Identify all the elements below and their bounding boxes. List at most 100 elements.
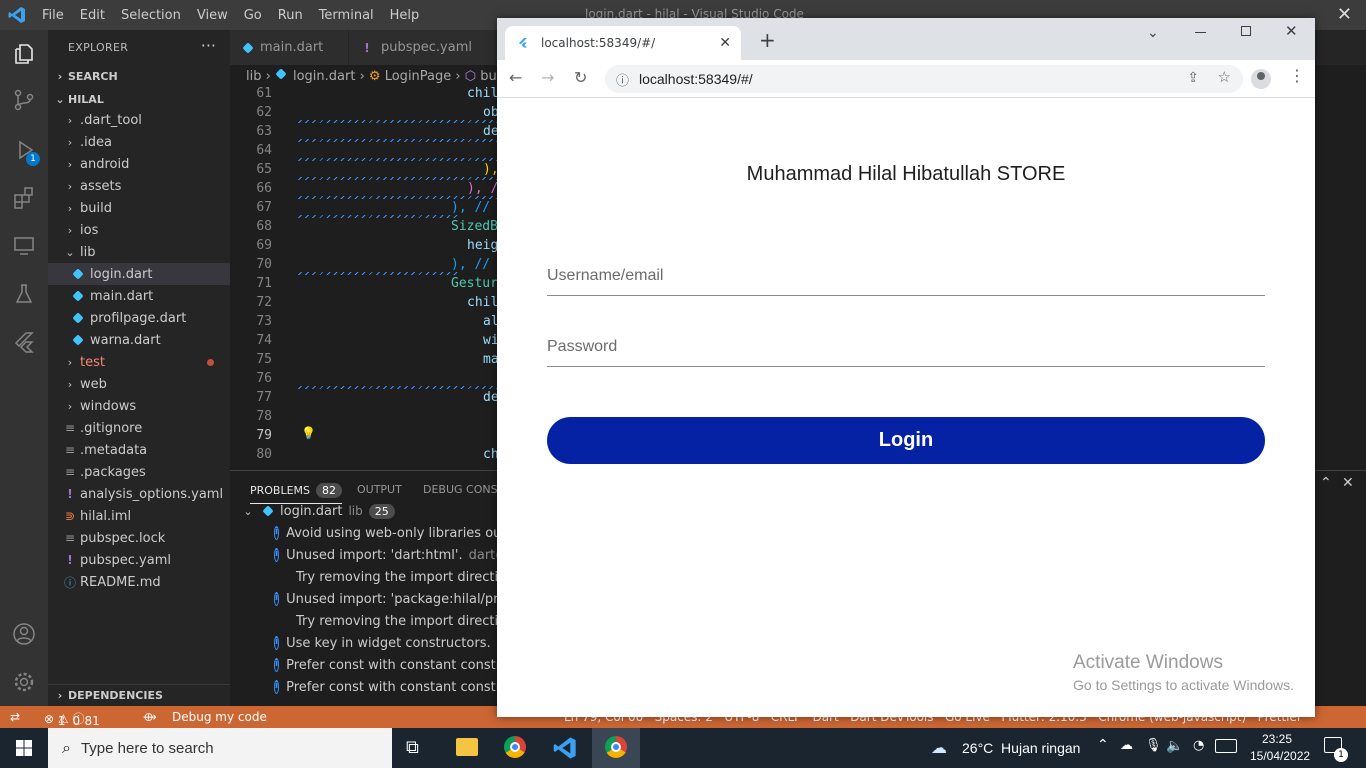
menu-file[interactable]: File xyxy=(34,8,72,23)
tab-close-icon[interactable]: ✕ xyxy=(719,35,731,51)
volume-icon[interactable]: 🔈 xyxy=(1166,738,1183,754)
vscode-close-icon[interactable]: ✕ xyxy=(1337,4,1352,25)
remote-icon[interactable]: ⇄ xyxy=(10,710,20,724)
dependencies-section[interactable]: › DEPENDENCIES xyxy=(48,684,230,706)
tree-file-profilpage-dart[interactable]: profilpage.dart xyxy=(48,307,230,329)
tab-debug-console[interactable]: DEBUG CONSC xyxy=(423,483,505,496)
explorer-icon[interactable] xyxy=(12,42,36,66)
maximize-icon[interactable] xyxy=(1241,26,1251,36)
panel-maximize-icon[interactable]: ⌃ xyxy=(1320,475,1332,491)
breadcrumb-class[interactable]: LoginPage xyxy=(385,69,452,84)
menu-go[interactable]: Go xyxy=(236,8,270,23)
tab-search-chevron-icon[interactable]: ⌄ xyxy=(1147,25,1159,41)
tab-pubspec-yaml[interactable]: ! pubspec.yaml xyxy=(349,30,497,65)
browser-tab[interactable]: localhost:58349/#/ ✕ xyxy=(505,26,741,60)
tree-folder-ios[interactable]: › ios xyxy=(48,219,230,241)
lightbulb-icon[interactable]: 💡 xyxy=(301,426,316,440)
project-section[interactable]: ⌄ HILAL xyxy=(48,88,230,110)
problem-row[interactable]: iUse key in widget constructors.dar xyxy=(230,632,500,654)
wifi-icon[interactable]: ◔ xyxy=(1193,738,1204,753)
reload-icon[interactable]: ↻ xyxy=(574,68,587,87)
window-close-icon[interactable]: ✕ xyxy=(1285,22,1298,40)
tree-file-pubspec-yaml[interactable]: ! pubspec.yaml xyxy=(48,549,230,571)
address-bar[interactable]: ⓘ localhost:58349/#/ ⇪ ☆ xyxy=(605,65,1243,93)
tree-file-gitignore[interactable]: ≡ .gitignore xyxy=(48,417,230,439)
site-info-icon[interactable]: ⓘ xyxy=(616,70,629,89)
search-section[interactable]: › SEARCH xyxy=(48,65,230,87)
problem-row[interactable]: i Prefer const with constant construc xyxy=(230,676,500,698)
windows-start-icon[interactable] xyxy=(16,740,32,756)
problem-row[interactable]: i Unused import: 'package:hilal/profi xyxy=(230,588,500,610)
problem-row[interactable]: i Unused import: 'dart:html'. dart(un xyxy=(230,544,500,566)
debug-status[interactable]: Debug my code xyxy=(172,710,267,724)
remote-explorer-icon[interactable] xyxy=(12,234,36,258)
panel-close-icon[interactable]: ✕ xyxy=(1342,475,1354,491)
chrome-taskbar-icon[interactable] xyxy=(504,736,526,758)
clock-time[interactable]: 23:25 xyxy=(1262,732,1292,746)
problem-file-row[interactable]: ⌄ login.dart lib 25 xyxy=(230,500,500,522)
taskbar-search-box[interactable]: ⌕ Type here to search xyxy=(48,728,392,768)
clock-date[interactable]: 15/04/2022 xyxy=(1250,749,1310,763)
accounts-icon[interactable] xyxy=(12,622,36,646)
breadcrumb-file[interactable]: login.dart xyxy=(293,69,355,84)
tab-output[interactable]: OUTPUT xyxy=(357,483,402,496)
file-explorer-icon[interactable] xyxy=(456,738,478,756)
tree-folder-lib[interactable]: ⌄ lib xyxy=(48,241,230,263)
tree-folder-dart-tool[interactable]: › .dart_tool xyxy=(48,109,230,131)
menu-run[interactable]: Run xyxy=(270,8,311,23)
menu-view[interactable]: View xyxy=(189,8,236,23)
testing-icon[interactable] xyxy=(12,282,36,306)
tree-file-pubspec-lock[interactable]: ≡ pubspec.lock xyxy=(48,527,230,549)
keyboard-icon[interactable] xyxy=(1215,739,1237,753)
menu-help[interactable]: Help xyxy=(382,8,428,23)
flutter-icon[interactable] xyxy=(12,330,36,354)
username-input[interactable] xyxy=(547,256,1265,295)
tree-file-login-dart[interactable]: login.dart xyxy=(48,263,230,285)
menu-edit[interactable]: Edit xyxy=(72,8,113,23)
password-field[interactable] xyxy=(547,327,1265,367)
forward-arrow-icon[interactable]: → xyxy=(541,68,554,87)
login-button[interactable]: Login xyxy=(547,417,1265,464)
tree-folder-assets[interactable]: › assets xyxy=(48,175,230,197)
tab-main-dart[interactable]: main.dart xyxy=(230,30,348,65)
tree-file-packages[interactable]: ≡ .packages xyxy=(48,461,230,483)
source-control-icon[interactable] xyxy=(12,88,36,112)
weather-text[interactable]: 26°C Hujan ringan xyxy=(962,740,1080,756)
tree-folder-build[interactable]: › build xyxy=(48,197,230,219)
problem-row[interactable]: i Avoid using web-only libraries outs xyxy=(230,522,500,544)
chrome-active-taskbar-icon[interactable] xyxy=(592,728,640,768)
tray-chevron-up-icon[interactable]: ⌃ xyxy=(1097,737,1109,753)
menu-selection[interactable]: Selection xyxy=(113,8,189,23)
share-icon[interactable]: ⇪ xyxy=(1187,69,1199,86)
password-input[interactable] xyxy=(547,327,1265,366)
minimize-icon[interactable] xyxy=(1195,32,1206,33)
microphone-icon[interactable]: 🎙 xyxy=(1145,738,1162,753)
tree-folder-windows[interactable]: › windows xyxy=(48,395,230,417)
new-tab-icon[interactable]: + xyxy=(759,30,776,50)
bookmark-star-icon[interactable]: ☆ xyxy=(1218,68,1231,86)
task-view-icon[interactable]: ⧉ xyxy=(406,737,419,758)
tree-folder-web[interactable]: › web xyxy=(48,373,230,395)
chrome-menu-icon[interactable]: ⋮ xyxy=(1289,68,1305,84)
onedrive-icon[interactable]: ☁ xyxy=(1120,738,1133,753)
tree-file-metadata[interactable]: ≡ .metadata xyxy=(48,439,230,461)
problem-hint-row[interactable]: Try removing the import directive. xyxy=(230,566,500,588)
back-arrow-icon[interactable]: ← xyxy=(509,68,522,87)
breadcrumb-method[interactable]: bu xyxy=(480,69,497,84)
tree-folder-test[interactable]: › test xyxy=(48,351,230,373)
username-field[interactable] xyxy=(547,256,1265,296)
tree-folder-idea[interactable]: › .idea xyxy=(48,131,230,153)
tree-file-hilal-iml[interactable]: ⋑ hilal.iml xyxy=(48,505,230,527)
profile-avatar-icon[interactable] xyxy=(1251,69,1271,89)
menu-terminal[interactable]: Terminal xyxy=(311,8,382,23)
settings-gear-icon[interactable] xyxy=(12,670,36,694)
more-actions-icon[interactable]: ··· xyxy=(201,36,216,55)
problem-row[interactable]: i Prefer const with constant construc xyxy=(230,654,500,676)
tree-folder-android[interactable]: › android xyxy=(48,153,230,175)
tree-file-warna-dart[interactable]: warna.dart xyxy=(48,329,230,351)
tree-file-analysis-options[interactable]: ! analysis_options.yaml xyxy=(48,483,230,505)
tree-file-readme[interactable]: ⓘ README.md xyxy=(48,571,230,593)
problem-hint-row[interactable]: Try removing the import directive. xyxy=(230,610,500,632)
tree-file-main-dart[interactable]: main.dart xyxy=(48,285,230,307)
vscode-taskbar-icon[interactable] xyxy=(553,736,577,760)
